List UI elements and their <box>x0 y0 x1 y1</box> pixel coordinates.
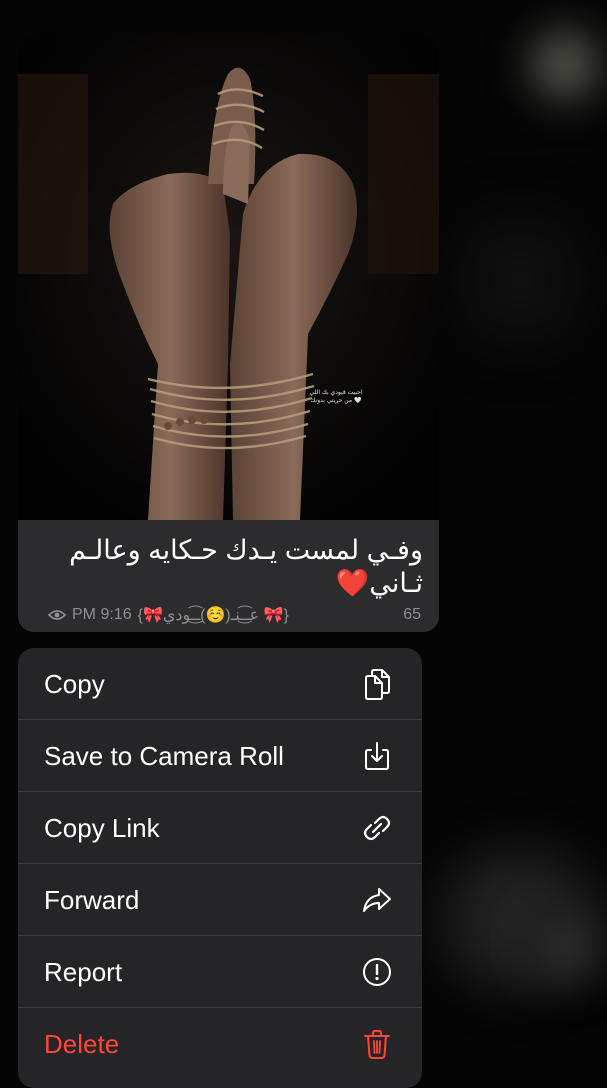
message-author: {🎀عـ͜͡ـنـ(☺️)ـ͜͡ـودي 🎀} <box>137 607 289 624</box>
view-count: 65 <box>403 606 421 623</box>
menu-item-forward[interactable]: Forward <box>18 864 422 936</box>
backdrop-blur <box>440 180 600 380</box>
trash-icon <box>364 1030 390 1059</box>
menu-item-label: Delete <box>44 1028 120 1059</box>
message-photo[interactable]: احبيت قيودي بك اللي من حريتي بدونك 🤍 <box>18 34 439 520</box>
menu-item-label: Copy <box>44 668 105 699</box>
tied-hands-image: احبيت قيودي بك اللي من حريتي بدونك 🤍 <box>18 34 439 520</box>
menu-item-delete[interactable]: Delete <box>18 1008 422 1080</box>
menu-item-label: Report <box>44 956 123 987</box>
message-bubble[interactable]: احبيت قيودي بك اللي من حريتي بدونك 🤍 وفـ… <box>18 34 439 632</box>
message-time: PM 9:16 <box>72 606 132 623</box>
menu-item-copy-link[interactable]: Copy Link <box>18 792 422 864</box>
report-icon <box>363 958 391 986</box>
forward-icon <box>363 888 391 912</box>
meta-left: PM 9:16 {🎀عـ͜͡ـنـ(☺️)ـ͜͡ـودي 🎀} <box>48 605 289 625</box>
image-overlay-text: من حريتي بدونك 🤍 <box>311 396 362 404</box>
menu-item-label: Forward <box>44 884 140 915</box>
menu-item-report[interactable]: Report <box>18 936 422 1008</box>
message-caption-area: وفـي لمست يـدك حـكايه وعالـم ثـاني❤️ PM … <box>18 520 439 632</box>
views-eye-icon <box>48 610 66 620</box>
image-overlay-text: احبيت قيودي بك اللي <box>310 389 363 396</box>
menu-item-label: Save to Camera Roll <box>44 740 284 771</box>
copy-icon <box>365 669 390 700</box>
backdrop-blur <box>520 20 607 110</box>
save-icon <box>365 742 389 770</box>
context-menu: Copy Save to Camera Roll Copy Link Forwa… <box>18 648 422 1088</box>
menu-item-save-to-camera-roll[interactable]: Save to Camera Roll <box>18 720 422 792</box>
menu-item-copy[interactable]: Copy <box>18 648 422 720</box>
message-meta: PM 9:16 {🎀عـ͜͡ـنـ(☺️)ـ͜͡ـودي 🎀} 65 <box>48 604 421 626</box>
message-caption: وفـي لمست يـدك حـكايه وعالـم ثـاني❤️ <box>69 535 423 598</box>
link-icon <box>363 815 391 841</box>
backdrop-blur <box>520 900 607 990</box>
menu-item-label: Copy Link <box>44 812 160 843</box>
